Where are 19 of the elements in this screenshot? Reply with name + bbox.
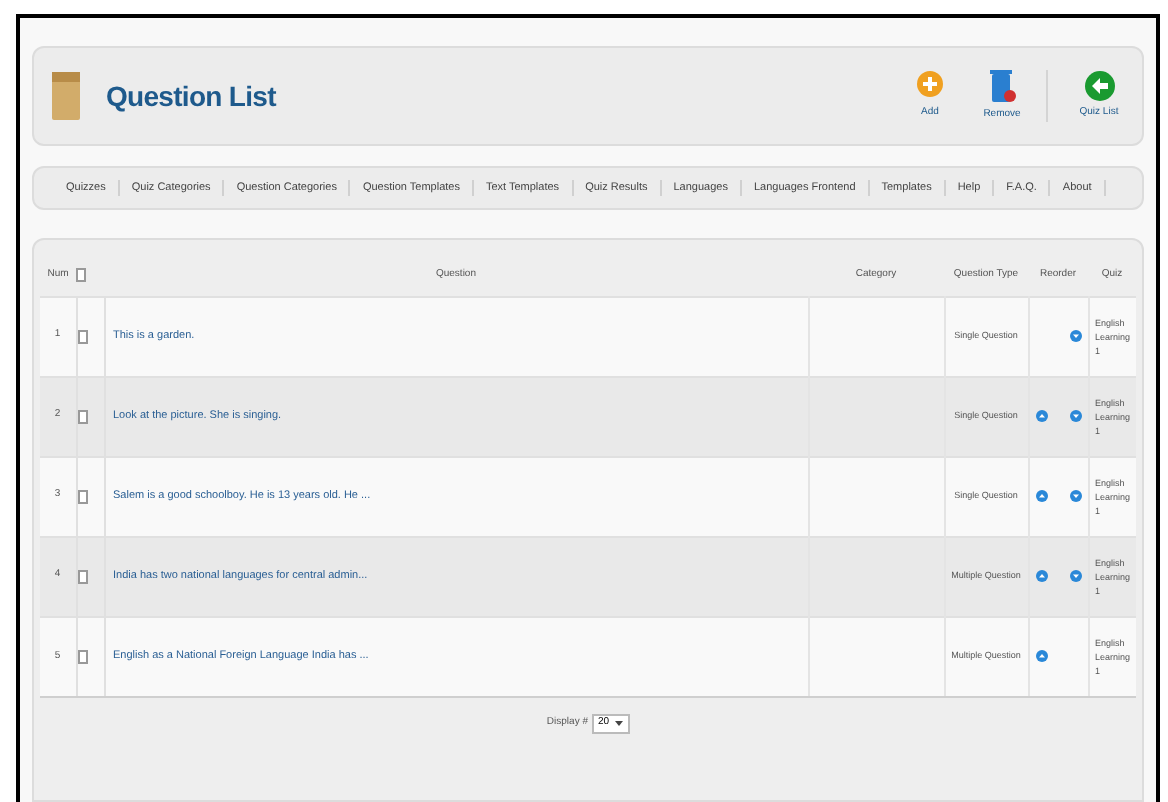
checkbox-icon[interactable] bbox=[77, 329, 87, 343]
up-arrow-icon[interactable] bbox=[1035, 490, 1047, 502]
down-arrow-icon[interactable] bbox=[1069, 570, 1081, 582]
dropdown-arrow-icon bbox=[613, 718, 624, 728]
checkbox-icon[interactable] bbox=[77, 489, 87, 503]
checkbox-icon[interactable] bbox=[77, 569, 87, 583]
checkbox-icon[interactable] bbox=[76, 268, 86, 283]
up-arrow-icon[interactable] bbox=[1035, 410, 1047, 422]
page-title: Question List bbox=[106, 77, 276, 116]
down-arrow-icon[interactable] bbox=[1069, 330, 1081, 342]
trash-icon bbox=[988, 68, 1016, 105]
checkbox-icon[interactable] bbox=[77, 409, 87, 423]
up-arrow-icon[interactable] bbox=[1035, 650, 1047, 663]
box-icon bbox=[50, 68, 82, 124]
down-arrow-icon[interactable] bbox=[1069, 410, 1081, 422]
down-arrow-icon[interactable] bbox=[1069, 490, 1081, 502]
plus-icon bbox=[916, 70, 944, 103]
checkbox-icon[interactable] bbox=[77, 649, 87, 664]
up-arrow-icon[interactable] bbox=[1035, 570, 1047, 582]
